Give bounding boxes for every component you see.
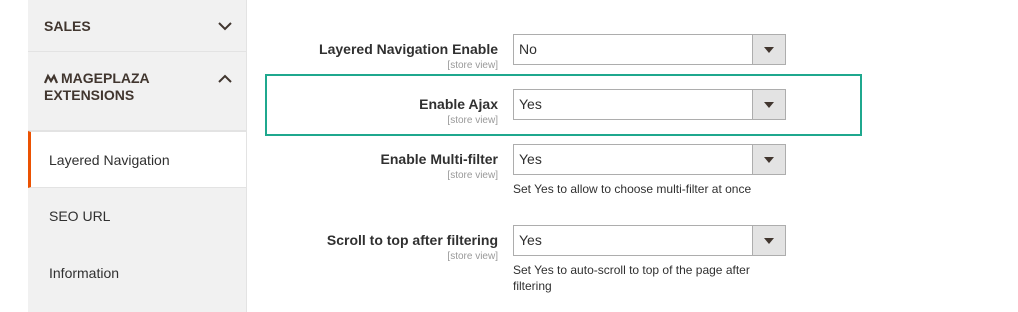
dropdown-arrow-icon	[752, 90, 785, 119]
select-value: Yes	[519, 232, 542, 248]
select-value: Yes	[519, 151, 542, 167]
sidebar-item-label: SEO URL	[49, 208, 111, 224]
dropdown-arrow-icon	[752, 35, 785, 64]
scroll-to-top-select[interactable]: Yes	[513, 225, 786, 256]
select-value: Yes	[519, 96, 542, 112]
mageplaza-section-toggle[interactable]: MAGEPLAZA EXTENSIONS	[28, 52, 246, 131]
layered-navigation-enable-scope: [store view]	[447, 60, 498, 71]
chevron-up-icon	[218, 74, 232, 83]
sidebar-item-information[interactable]: Information	[28, 245, 246, 302]
scroll-to-top-scope: [store view]	[447, 251, 498, 262]
select-value: No	[519, 41, 537, 57]
mageplaza-label-line1: MAGEPLAZA	[61, 70, 150, 86]
layered-navigation-enable-label: Layered Navigation Enable	[319, 41, 498, 57]
scroll-to-top-note: Set Yes to auto-scroll to top of the pag…	[513, 263, 750, 293]
enable-multi-filter-select[interactable]: Yes	[513, 144, 786, 175]
enable-ajax-label: Enable Ajax	[419, 96, 498, 112]
enable-ajax-scope: [store view]	[447, 115, 498, 126]
sidebar-item-seo-url[interactable]: SEO URL	[28, 188, 246, 245]
enable-multi-filter-note: Set Yes to allow to choose multi-filter …	[513, 182, 752, 196]
sidebar-item-label: Information	[49, 265, 120, 281]
dropdown-arrow-icon	[752, 226, 785, 255]
sales-section-toggle[interactable]: SALES	[28, 0, 246, 52]
sales-section-label: SALES	[44, 18, 91, 34]
mageplaza-label-line2: EXTENSIONS	[44, 87, 135, 103]
dropdown-arrow-icon	[752, 145, 785, 174]
enable-multi-filter-scope: [store view]	[447, 170, 498, 181]
sidebar-item-layered-navigation[interactable]: Layered Navigation	[28, 131, 246, 188]
scroll-to-top-label: Scroll to top after filtering	[326, 232, 498, 248]
sidebar-item-label: Layered Navigation	[49, 152, 170, 168]
mageplaza-logo-icon	[44, 73, 58, 84]
layered-navigation-enable-select[interactable]: No	[513, 34, 786, 65]
enable-ajax-select[interactable]: Yes	[513, 89, 786, 120]
enable-multi-filter-label: Enable Multi-filter	[380, 151, 498, 167]
mageplaza-section-title: MAGEPLAZA EXTENSIONS	[44, 70, 184, 104]
config-sidebar: SALES MAGEPLAZA EXTENSIONS Layered Navig…	[28, 0, 247, 312]
chevron-down-icon	[218, 22, 232, 31]
